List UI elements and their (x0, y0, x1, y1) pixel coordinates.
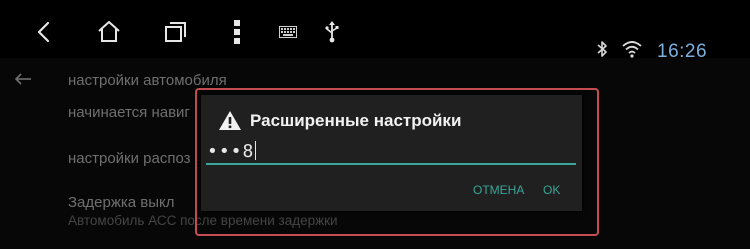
settings-back-button[interactable] (14, 70, 32, 89)
keyboard-icon (279, 26, 297, 38)
keyboard-button[interactable] (270, 14, 306, 50)
screen: 16:26 настройки автомобиля начинается на… (0, 0, 750, 249)
recent-apps-button[interactable] (157, 14, 193, 50)
recent-apps-icon (165, 22, 186, 42)
arrow-left-icon (14, 73, 31, 85)
settings-item-shutdown-delay[interactable]: Задержка выкл (68, 194, 175, 211)
home-button[interactable] (91, 14, 127, 50)
dialog-header: Расширенные настройки (218, 110, 461, 131)
home-icon (98, 21, 120, 42)
settings-item-car-settings[interactable]: настройки автомобиля (68, 72, 227, 89)
menu-icon (234, 20, 240, 44)
usb-icon (325, 21, 339, 43)
bluetooth-icon (596, 40, 608, 58)
cancel-button[interactable]: ОТМЕНА (473, 183, 524, 197)
back-button[interactable] (26, 14, 62, 50)
warning-icon (219, 111, 241, 130)
password-value: •••8 (207, 141, 257, 162)
password-field[interactable]: •••8 (206, 139, 576, 165)
settings-item-recognition[interactable]: настройки распоз (68, 150, 191, 167)
usb-button[interactable] (314, 14, 350, 50)
ok-button[interactable]: OK (543, 183, 560, 197)
system-bar: 16:26 (0, 0, 750, 62)
settings-item-navigation[interactable]: начинается навиг (68, 104, 190, 121)
advanced-settings-dialog: Расширенные настройки •••8 ОТМЕНА OK (201, 95, 582, 211)
back-icon (37, 21, 50, 43)
menu-button[interactable] (219, 14, 255, 50)
wifi-icon (622, 40, 642, 58)
text-cursor (255, 141, 257, 160)
dialog-title: Расширенные настройки (250, 110, 462, 130)
